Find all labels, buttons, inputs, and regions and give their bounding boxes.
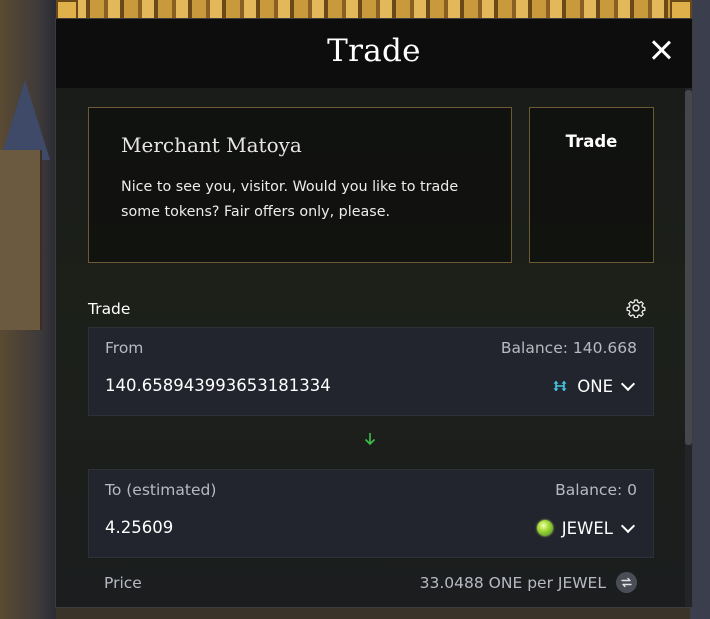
building-tower (0, 150, 42, 330)
to-token-symbol: JEWEL (561, 518, 613, 538)
price-value: 33.0488 ONE per JEWEL (419, 574, 606, 592)
scroll-thumb[interactable] (685, 90, 692, 445)
close-icon[interactable] (648, 37, 674, 63)
gear-icon[interactable] (626, 298, 646, 318)
to-token-selector[interactable]: JEWEL (536, 516, 636, 540)
trade-modal: Trade Merchant Matoya Nice to see you, v… (55, 18, 693, 608)
modal-title: Trade (327, 33, 421, 69)
from-amount-input[interactable]: 140.658943993653181334 (105, 376, 331, 395)
from-panel: From Balance: 140.668 140.65894399365318… (88, 327, 654, 416)
merchant-greeting: Nice to see you, visitor. Would you like… (121, 179, 459, 220)
chevron-down-icon (620, 376, 636, 391)
scrollbar[interactable] (685, 88, 692, 607)
to-amount-input[interactable]: 4.25609 (105, 518, 173, 537)
refresh-icon[interactable] (616, 572, 637, 593)
merchant-dialog: Merchant Matoya Nice to see you, visitor… (88, 107, 512, 263)
decorative-frame (56, 0, 692, 18)
side-panel: Trade (529, 107, 654, 263)
to-panel: To (estimated) Balance: 0 4.25609 JEWEL (88, 469, 654, 558)
jewel-icon (536, 520, 553, 536)
to-label: To (estimated) (105, 481, 217, 499)
modal-body: Merchant Matoya Nice to see you, visitor… (56, 88, 692, 607)
background-building-right (690, 0, 710, 619)
background-building-left (0, 0, 56, 619)
from-label: From (105, 339, 144, 357)
harmony-one-icon (552, 378, 568, 394)
to-balance: Balance: 0 (555, 481, 637, 499)
price-label: Price (104, 574, 142, 592)
from-token-selector[interactable]: ONE (552, 374, 636, 398)
trade-section-label: Trade (88, 300, 131, 318)
modal-header: Trade (56, 19, 692, 88)
merchant-name: Merchant Matoya (121, 133, 302, 157)
chevron-down-icon (620, 518, 636, 533)
building-roof (0, 80, 50, 160)
side-panel-label[interactable]: Trade (530, 132, 653, 151)
from-balance: Balance: 140.668 (500, 339, 637, 357)
from-token-symbol: ONE (577, 376, 613, 396)
arrow-down-icon[interactable] (363, 431, 377, 447)
